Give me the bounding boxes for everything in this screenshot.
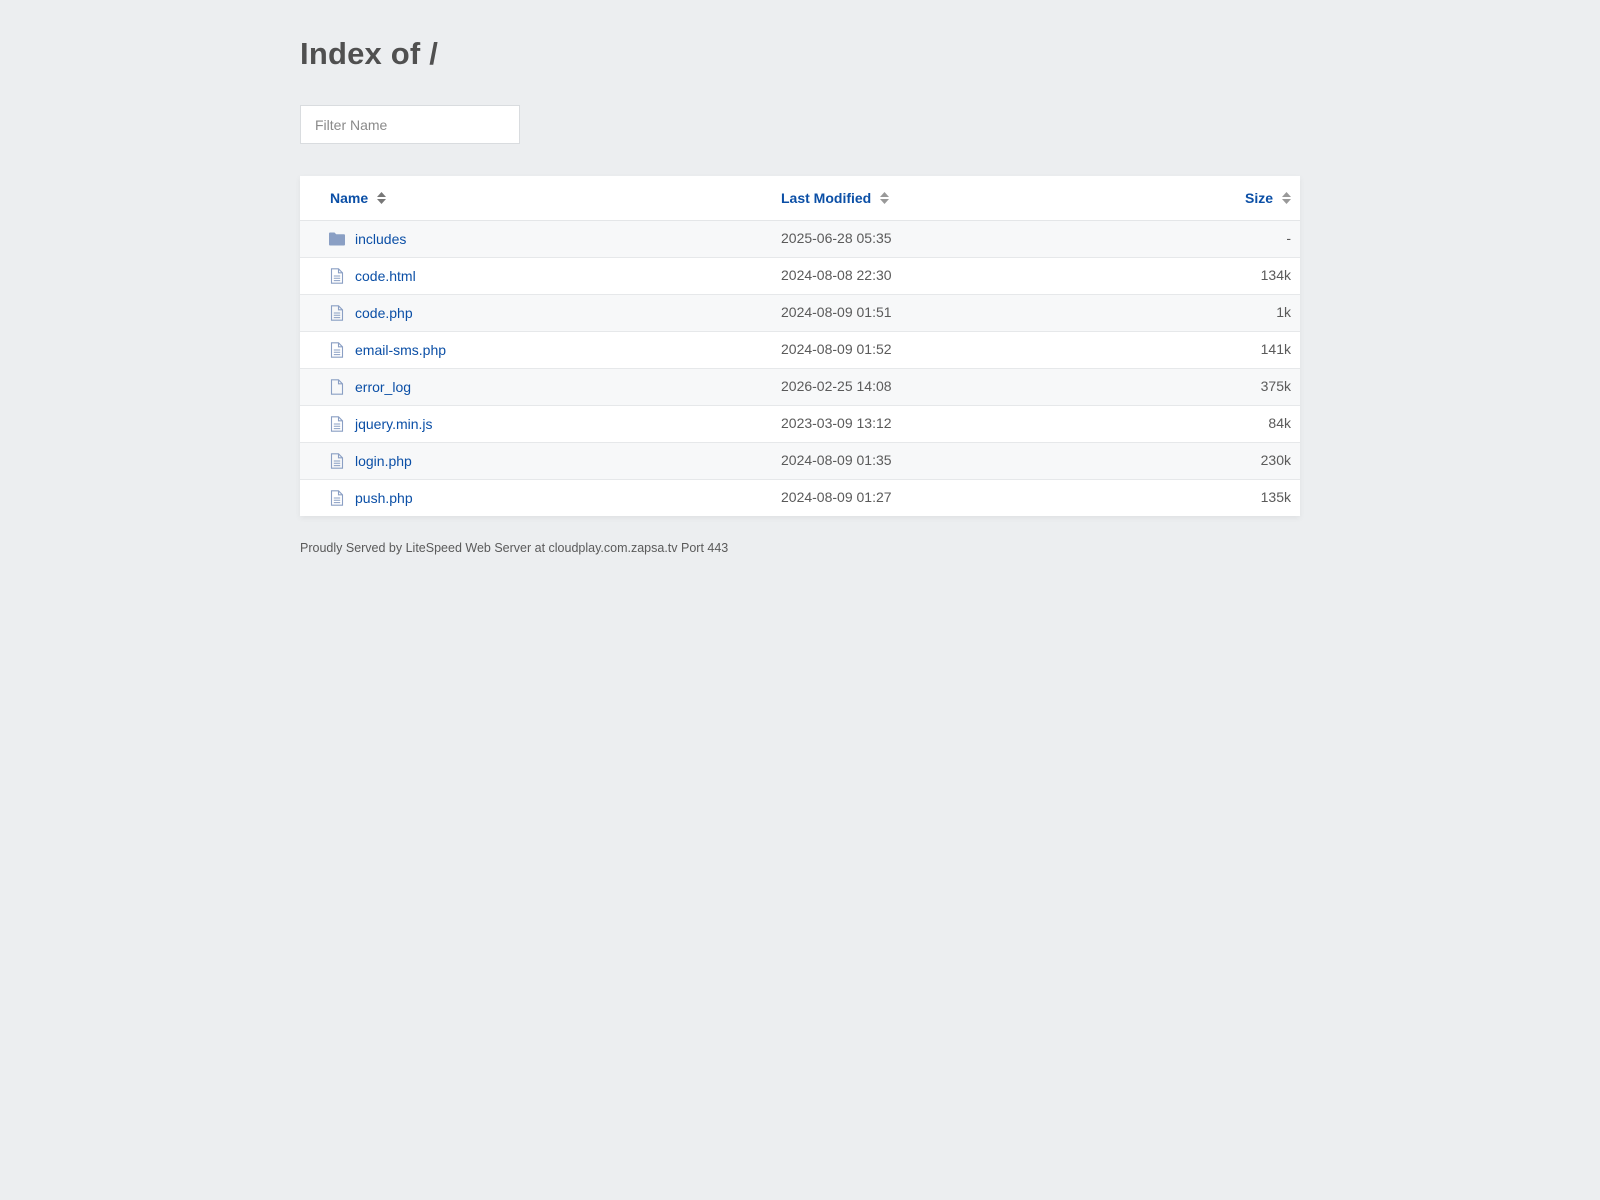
file-table: Name Last Modified Size includes 2025-06-… <box>300 176 1300 516</box>
file-icon <box>328 379 346 395</box>
sort-icon <box>1282 192 1291 205</box>
file-name-link[interactable]: login.php <box>355 453 412 469</box>
table-header: Name Last Modified Size <box>300 176 1300 221</box>
file-text-icon <box>328 416 346 432</box>
file-last-modified: 2023-03-09 13:12 <box>781 415 892 431</box>
column-header-name[interactable]: Name <box>330 190 387 206</box>
column-header-size-label: Size <box>1244 190 1273 206</box>
table-row: includes 2025-06-28 05:35 - <box>300 221 1300 258</box>
table-body: includes 2025-06-28 05:35 - code.html 2024-0… <box>300 221 1300 516</box>
file-size: 141k <box>1260 341 1291 357</box>
file-last-modified: 2024-08-08 22:30 <box>781 267 892 283</box>
column-header-last-modified-label: Last Modified <box>781 190 872 206</box>
file-name-link[interactable]: includes <box>355 231 406 247</box>
file-size: 135k <box>1260 489 1291 505</box>
file-last-modified: 2024-08-09 01:52 <box>781 341 892 357</box>
table-row: code.php 2024-08-09 01:51 1k <box>300 295 1300 332</box>
file-last-modified: 2024-08-09 01:51 <box>781 304 892 320</box>
sort-icon <box>880 192 890 205</box>
file-text-icon <box>328 490 346 506</box>
sort-icon <box>377 192 387 205</box>
file-text-icon <box>328 268 346 284</box>
column-header-size[interactable]: Size <box>1245 190 1291 206</box>
column-header-last-modified[interactable]: Last Modified <box>781 190 890 206</box>
file-name-link[interactable]: jquery.min.js <box>355 416 433 432</box>
file-size: 84k <box>1268 415 1291 431</box>
file-text-icon <box>328 305 346 321</box>
file-size: - <box>1286 230 1291 246</box>
table-row: push.php 2024-08-09 01:27 135k <box>300 480 1300 516</box>
server-footer: Proudly Served by LiteSpeed Web Server a… <box>300 541 729 555</box>
file-last-modified: 2024-08-09 01:35 <box>781 452 892 468</box>
file-name-link[interactable]: code.html <box>355 268 416 284</box>
table-row: error_log 2026-02-25 14:08 375k <box>300 369 1300 406</box>
file-last-modified: 2024-08-09 01:27 <box>781 489 892 505</box>
file-last-modified: 2025-06-28 05:35 <box>781 230 892 246</box>
table-row: code.html 2024-08-08 22:30 134k <box>300 258 1300 295</box>
file-size: 230k <box>1260 452 1291 468</box>
table-row: login.php 2024-08-09 01:35 230k <box>300 443 1300 480</box>
column-header-name-label: Name <box>330 190 369 206</box>
file-name-link[interactable]: email-sms.php <box>355 342 446 358</box>
file-text-icon <box>328 453 346 469</box>
table-row: jquery.min.js 2023-03-09 13:12 84k <box>300 406 1300 443</box>
file-last-modified: 2026-02-25 14:08 <box>781 378 892 394</box>
file-size: 375k <box>1260 378 1291 394</box>
page-title: Index of / <box>300 36 439 71</box>
file-name-link[interactable]: error_log <box>355 379 411 395</box>
filter-name-input[interactable] <box>300 105 520 144</box>
file-size: 1k <box>1276 304 1291 320</box>
table-row: email-sms.php 2024-08-09 01:52 141k <box>300 332 1300 369</box>
file-size: 134k <box>1260 267 1291 283</box>
file-text-icon <box>328 342 346 358</box>
file-name-link[interactable]: push.php <box>355 490 413 506</box>
folder-icon <box>328 231 346 247</box>
file-name-link[interactable]: code.php <box>355 305 413 321</box>
